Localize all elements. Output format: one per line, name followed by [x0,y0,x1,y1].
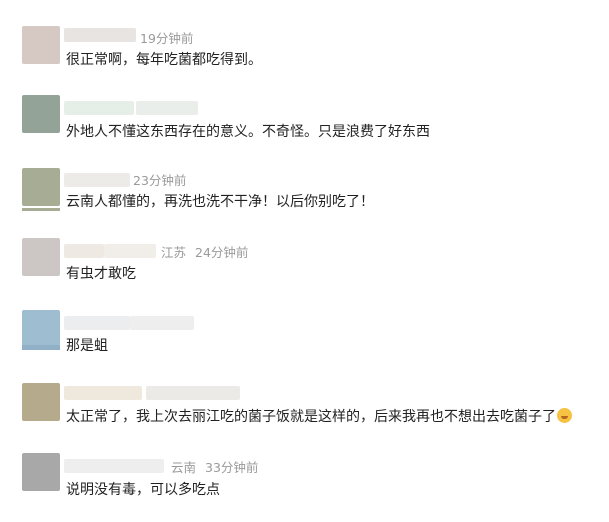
comment-text: 说明没有毒，可以多吃点 [66,482,220,498]
avatar[interactable] [22,26,60,64]
comment-location: 云南 [171,460,197,475]
laugh-cry-emoji-icon [557,408,572,423]
avatar[interactable] [22,310,60,348]
avatar[interactable] [22,238,60,276]
comment-item: 19分钟前 很正常啊，每年吃菌都吃得到。 [0,26,609,92]
avatar-strip [22,345,60,350]
comment-location: 江苏 [161,245,187,260]
username-blurred[interactable] [64,459,164,473]
comment-item: 太正常了，我上次去丽江吃的菌子饭就是这样的，后来我再也不想出去吃菌子了 [0,383,609,449]
avatar-strip [22,208,60,211]
username-blurred[interactable] [64,244,104,258]
comment-text: 很正常啊，每年吃菌都吃得到。 [66,52,262,68]
username-blurred[interactable] [64,386,142,400]
comment-text: 外地人不懂这东西存在的意义。不奇怪。只是浪费了好东西 [66,124,430,140]
comment-time: 19分钟前 [140,31,194,46]
comment-text: 那是蛆 [66,338,108,354]
comment-text: 太正常了，我上次去丽江吃的菌子饭就是这样的，后来我再也不想出去吃菌子了 [66,408,572,426]
comment-text: 云南人都懂的，再洗也洗不干净！以后你别吃了！ [66,194,374,210]
username-blurred[interactable] [64,316,130,330]
comment-time: 33分钟前 [205,460,259,475]
comment-time: 23分钟前 [133,173,187,188]
username-blurred[interactable] [130,316,194,330]
username-blurred[interactable] [64,173,130,187]
avatar[interactable] [22,168,60,206]
avatar[interactable] [22,95,60,133]
username-blurred[interactable] [136,101,198,115]
comment-text: 有虫才敢吃 [66,266,136,282]
comment-item: 23分钟前 云南人都懂的，再洗也洗不干净！以后你别吃了！ [0,168,609,234]
username-blurred[interactable] [104,244,156,258]
comment-text-content: 太正常了，我上次去丽江吃的菌子饭就是这样的，后来我再也不想出去吃菌子了 [66,409,556,425]
username-blurred[interactable] [146,386,240,400]
comment-time: 24分钟前 [195,245,249,260]
avatar[interactable] [22,453,60,491]
username-blurred[interactable] [64,101,134,115]
comment-item: 那是蛆 [0,310,609,376]
avatar[interactable] [22,383,60,421]
username-blurred[interactable] [64,28,136,42]
comment-item: 外地人不懂这东西存在的意义。不奇怪。只是浪费了好东西 [0,95,609,161]
comment-item: 云南 33分钟前 说明没有毒，可以多吃点 [0,453,609,519]
comment-item: 江苏 24分钟前 有虫才敢吃 [0,238,609,304]
